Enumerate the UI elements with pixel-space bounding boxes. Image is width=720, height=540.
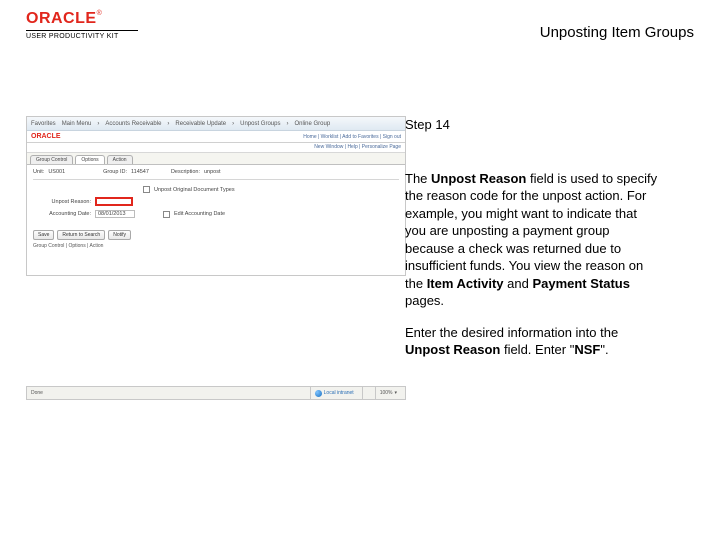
edit-accounting-date-label: Edit Accounting Date xyxy=(174,211,225,217)
globe-icon xyxy=(315,390,322,397)
app-header-links[interactable]: Home | Worklist | Add to Favorites | Sig… xyxy=(303,134,401,140)
unit-label: Unit: xyxy=(33,169,44,175)
crumb-item[interactable]: Online Group xyxy=(294,121,330,127)
unpost-orig-doc-label: Unpost Original Document Types xyxy=(154,187,235,193)
instruction-panel: Step 14 The Unpost Reason field is used … xyxy=(405,116,685,400)
status-protected-mode xyxy=(362,387,371,399)
instruction-paragraph-2: Enter the desired information into the U… xyxy=(405,324,659,359)
app-brand: ORACLE xyxy=(31,133,61,140)
breadcrumb-bar: Favorites Main Menu› Accounts Receivable… xyxy=(27,117,405,131)
tab-strip: Group Control Options Action xyxy=(27,153,405,165)
status-zone: Local intranet xyxy=(324,390,354,396)
page-title: Unposting Item Groups xyxy=(540,24,694,41)
unpost-orig-doc-checkbox[interactable] xyxy=(143,186,150,193)
app-util-links[interactable]: New Window | Help | Personalize Page xyxy=(27,143,405,153)
oracle-logo: ORACLE® USER PRODUCTIVITY KIT xyxy=(26,10,138,40)
status-zoom: 100% xyxy=(380,390,393,396)
brand-word: ORACLE xyxy=(26,10,97,27)
footer-link[interactable]: Action xyxy=(90,243,104,249)
edit-accounting-date-checkbox[interactable] xyxy=(163,211,170,218)
tab-group-control[interactable]: Group Control xyxy=(30,155,73,164)
browser-status-bar: Done Local intranet 100% ▾ xyxy=(26,386,406,400)
save-button[interactable]: Save xyxy=(33,230,54,240)
crumb-item[interactable]: Favorites xyxy=(31,121,56,127)
notify-button[interactable]: Notify xyxy=(108,230,131,240)
accounting-date-label: Accounting Date: xyxy=(33,211,91,217)
unit-value: US001 xyxy=(48,169,65,175)
footer-link[interactable]: Options xyxy=(68,243,85,249)
crumb-item[interactable]: Main Menu xyxy=(62,121,92,127)
instruction-paragraph-1: The Unpost Reason field is used to speci… xyxy=(405,170,659,310)
tab-action[interactable]: Action xyxy=(107,155,133,164)
unpost-reason-label: Unpost Reason: xyxy=(33,199,91,205)
tab-options[interactable]: Options xyxy=(75,155,104,164)
description-label: Description: xyxy=(171,169,200,175)
brand-tm: ® xyxy=(97,10,102,17)
description-value: unpost xyxy=(204,169,221,175)
group-id-label: Group ID: xyxy=(103,169,127,175)
unpost-reason-field[interactable] xyxy=(95,197,133,206)
app-screenshot: Favorites Main Menu› Accounts Receivable… xyxy=(26,116,406,276)
brand-subtitle: USER PRODUCTIVITY KIT xyxy=(26,33,138,40)
group-id-value: 114547 xyxy=(131,169,149,175)
status-done: Done xyxy=(31,390,43,396)
footer-link[interactable]: Group Control xyxy=(33,243,64,249)
crumb-item[interactable]: Accounts Receivable xyxy=(105,121,161,127)
step-label: Step 14 xyxy=(405,116,659,134)
accounting-date-field[interactable]: 08/01/2013 xyxy=(95,210,135,218)
return-to-search-button[interactable]: Return to Search xyxy=(57,230,105,240)
crumb-item[interactable]: Receivable Update xyxy=(175,121,226,127)
logo-divider xyxy=(26,30,138,31)
crumb-item[interactable]: Unpost Groups xyxy=(240,121,280,127)
